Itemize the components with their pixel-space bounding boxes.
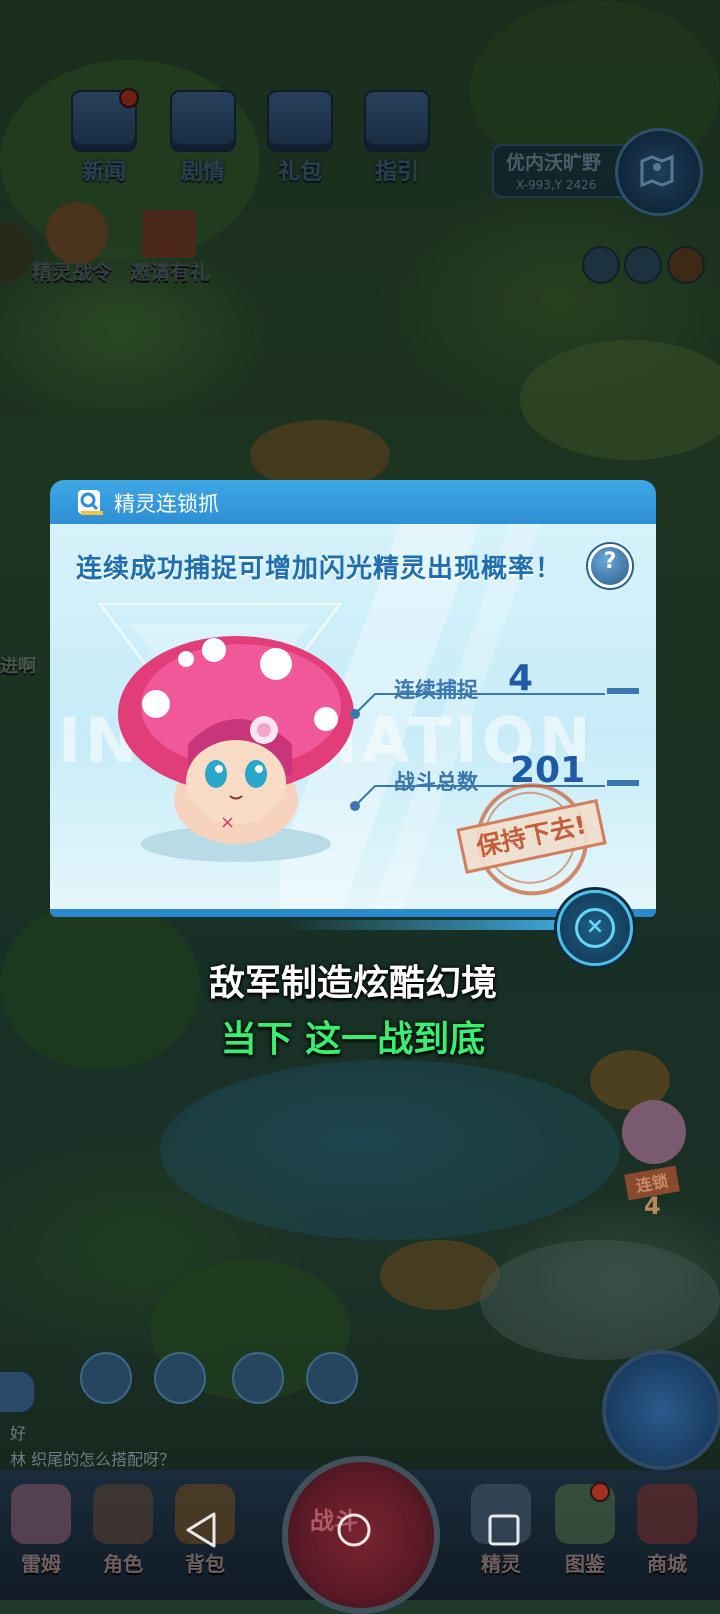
mushroom-spirit-image: × [118, 636, 354, 862]
system-nav-bar [0, 1488, 720, 1570]
event-count: 4 [644, 1192, 661, 1220]
quick-action-2-icon[interactable] [154, 1352, 206, 1404]
quick-action-1-icon[interactable] [80, 1352, 132, 1404]
streak-label: 连续捕捉 [394, 678, 478, 702]
story-subtitle-line2: 当下 这一战到底 [220, 1019, 486, 1060]
chat-line-2[interactable]: 林 织尾的怎么搭配呀？ [10, 1446, 175, 1470]
dialog-tail-decor [282, 920, 562, 930]
battles-label: 战斗总数 [394, 770, 478, 794]
svg-text:×: × [220, 812, 235, 833]
chat-line-1: 好 [10, 1424, 27, 1443]
dialog-body: INFORMATION 连续成功捕捉可增加闪光精灵出现概率！ ? × [50, 524, 656, 917]
dialog-header: 精灵连锁抓 [50, 480, 656, 524]
dialog-subtitle: 连续成功捕捉可增加闪光精灵出现概率！ [76, 554, 563, 584]
chain-capture-dialog: 精灵连锁抓 INFORMATION 连续成功捕捉可增加闪光精灵出现概率！ ? [50, 480, 656, 917]
dialog-title: 精灵连锁抓 [114, 492, 219, 516]
close-icon: × [575, 908, 615, 948]
chain-event-button[interactable]: 连锁 4 [614, 1100, 694, 1230]
story-subtitle-line1: 敌军制造炫酷幻境 [208, 963, 497, 1004]
quick-action-3-icon[interactable] [232, 1352, 284, 1404]
chat-toggle-icon[interactable] [0, 1372, 34, 1412]
event-avatar [622, 1100, 686, 1164]
magnifier-card-icon [78, 490, 103, 515]
help-question-icon: ? [603, 549, 617, 574]
back-triangle-icon[interactable] [184, 1510, 220, 1550]
help-button[interactable]: ? [588, 544, 632, 588]
quick-action-4-icon[interactable] [306, 1352, 358, 1404]
star-wand-button[interactable] [602, 1350, 720, 1470]
streak-value: 4 [508, 658, 534, 699]
recents-square-icon[interactable] [486, 1512, 522, 1548]
home-circle-icon[interactable] [336, 1512, 372, 1548]
